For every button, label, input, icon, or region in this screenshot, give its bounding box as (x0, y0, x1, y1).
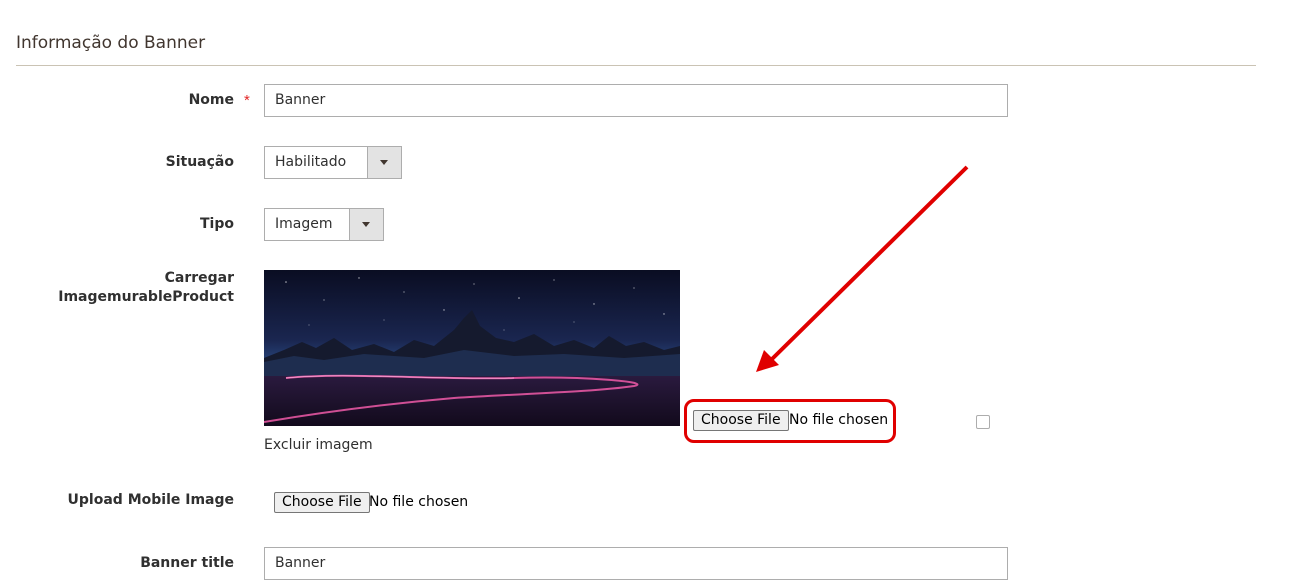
mobile-file-status: No file chosen (369, 494, 469, 510)
banner-title-label: Banner title (140, 555, 234, 571)
banner-title-input[interactable]: Banner (264, 547, 1008, 580)
mobile-choose-file-button[interactable]: Choose File (274, 492, 370, 513)
mobile-label: Upload Mobile Image (67, 492, 234, 508)
